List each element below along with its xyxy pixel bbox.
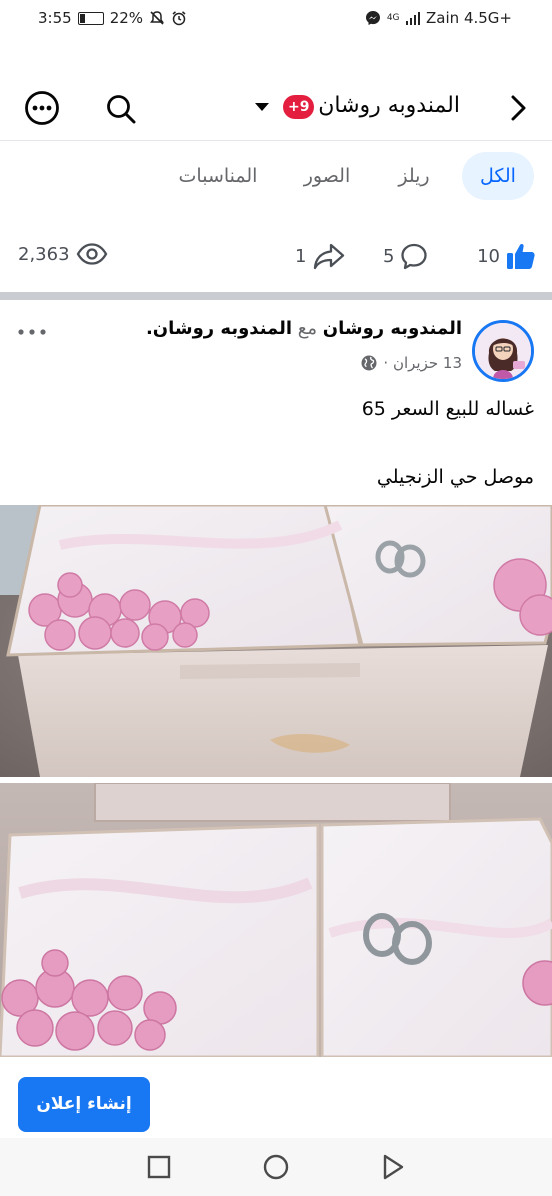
post-photo-1[interactable] <box>0 505 552 777</box>
post-text-line-1: غساله للبيع السعر 65 <box>361 398 534 420</box>
view-stat: 2,363 <box>18 242 108 266</box>
tab-bar: الكل ريلز الصور المناسبات <box>0 148 552 202</box>
comment-count: 5 <box>383 245 395 267</box>
more-circle-icon[interactable] <box>24 90 60 126</box>
status-bar: 3:55 22% 4G Zain 4.5G+ <box>0 0 552 38</box>
like-stat[interactable]: 10 <box>477 242 536 270</box>
status-time: 3:55 <box>38 9 72 27</box>
tagged-user[interactable]: المندوبه روشان. <box>146 318 292 339</box>
status-left: 3:55 22% <box>38 9 187 27</box>
search-icon[interactable] <box>104 92 138 126</box>
signal-icon <box>405 11 421 25</box>
caret-down-icon[interactable] <box>255 103 269 111</box>
comment-stat[interactable]: 5 <box>383 242 428 270</box>
globe-icon <box>361 355 377 371</box>
carrier-name: Zain 4.5G+ <box>426 9 512 27</box>
comment-bubble-icon <box>401 243 428 270</box>
post-stats: 10 5 1 2,363 <box>0 238 552 282</box>
home-icon[interactable] <box>261 1152 291 1182</box>
post-author-line: المندوبه روشان مع المندوبه روشان. <box>146 318 462 339</box>
notification-badge: +9 <box>283 95 315 119</box>
alarm-icon <box>172 11 186 26</box>
share-arrow-icon <box>314 243 345 270</box>
page-title[interactable]: المندوبه روشان <box>318 93 460 118</box>
mute-bell-icon <box>150 11 165 25</box>
post-photo-2[interactable] <box>0 783 552 1057</box>
post-author[interactable]: المندوبه روشان <box>323 318 462 339</box>
share-count: 1 <box>295 245 307 267</box>
like-count: 10 <box>477 245 500 267</box>
tab-reels[interactable]: ريلز <box>384 152 444 200</box>
washer-photo-top <box>0 505 552 777</box>
header-divider <box>0 140 552 141</box>
chevron-right-icon[interactable] <box>502 92 534 124</box>
with-word: مع <box>297 318 318 339</box>
post-text-line-2: موصل حي الزنجيلي <box>376 466 534 488</box>
back-triangle-icon[interactable] <box>378 1152 408 1182</box>
eye-icon <box>76 243 107 265</box>
avatar[interactable] <box>472 320 534 382</box>
battery-fill <box>79 13 85 23</box>
thumbs-up-icon <box>507 244 535 269</box>
system-nav-bar <box>0 1138 552 1196</box>
recent-apps-icon[interactable] <box>144 1152 174 1182</box>
post-date[interactable]: 13 حزيران · <box>383 354 462 372</box>
messenger-icon <box>365 11 380 25</box>
tab-events[interactable]: المناسبات <box>168 152 268 200</box>
create-ad-button[interactable]: إنشاء إعلان <box>18 1077 150 1132</box>
page-header: المندوبه روشان +9 <box>0 80 552 138</box>
post-meta: 13 حزيران · <box>361 354 462 372</box>
post-header: المندوبه روشان مع المندوبه روشان. 13 حزي… <box>0 312 552 382</box>
status-right: 4G Zain 4.5G+ <box>365 9 512 27</box>
view-count: 2,363 <box>18 243 70 265</box>
washer-photo-close <box>0 783 552 1057</box>
network-type: 4G <box>386 13 400 23</box>
battery-percent: 22% <box>109 9 144 27</box>
battery-icon <box>77 11 104 25</box>
section-divider <box>0 292 552 300</box>
tab-all[interactable]: الكل <box>462 152 534 200</box>
more-dots-icon[interactable] <box>16 322 48 342</box>
tab-photos[interactable]: الصور <box>292 152 362 200</box>
share-stat[interactable]: 1 <box>295 242 346 270</box>
avatar-illustration <box>475 323 531 379</box>
